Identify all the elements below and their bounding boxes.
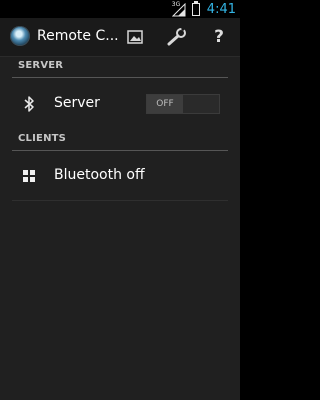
settings-button[interactable] <box>158 18 196 56</box>
help-button[interactable]: ? <box>200 18 238 56</box>
server-section-title: SERVER <box>18 60 64 71</box>
server-row[interactable]: Server OFF <box>0 78 240 130</box>
client-row-bluetooth-off[interactable]: Bluetooth off <box>0 150 240 202</box>
status-bar: 3G 4:41 <box>0 0 240 18</box>
status-icons: 3G 4:41 <box>171 0 236 18</box>
help-icon: ? <box>214 27 224 47</box>
grid-icon <box>20 167 38 185</box>
signal-icon: 3G <box>171 1 186 17</box>
status-time: 4:41 <box>206 1 236 17</box>
battery-icon <box>191 0 200 16</box>
app-logo-icon <box>10 26 30 46</box>
app-title: Remote C... <box>37 28 119 44</box>
server-toggle[interactable]: OFF <box>146 94 220 114</box>
client-row-divider <box>12 200 228 201</box>
action-bar: Remote C... ? <box>0 18 240 57</box>
clients-section-header: CLIENTS <box>0 129 240 151</box>
bluetooth-icon <box>20 95 38 113</box>
wrench-icon <box>167 28 186 46</box>
gallery-icon <box>127 30 143 44</box>
network-type-label: 3G <box>171 1 181 8</box>
server-section-header: SERVER <box>0 56 240 78</box>
server-label: Server <box>54 95 100 111</box>
clients-section-title: CLIENTS <box>18 133 67 144</box>
gallery-button[interactable] <box>116 18 154 56</box>
client-bluetooth-off-label: Bluetooth off <box>54 167 145 183</box>
server-toggle-off-label: OFF <box>147 95 183 113</box>
app-screen: 3G 4:41 Remote C... ? SERVER Server OFF … <box>0 0 240 400</box>
